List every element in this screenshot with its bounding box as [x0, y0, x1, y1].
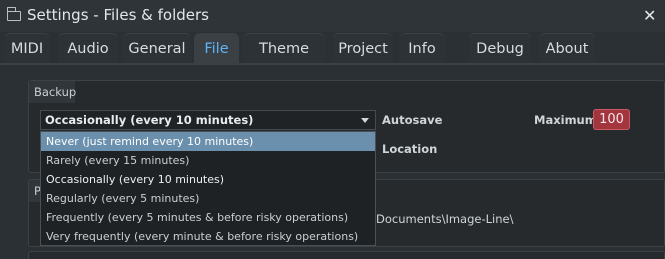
- tab-debug[interactable]: Debug: [469, 33, 531, 63]
- tab-midi[interactable]: MIDI: [4, 33, 50, 63]
- close-icon[interactable]: ✕: [643, 7, 656, 25]
- option-never[interactable]: Never (just remind every 10 minutes): [41, 132, 375, 151]
- backup-frequency-dropdown: Never (just remind every 10 minutes) Rar…: [40, 131, 376, 246]
- backup-section-label: Backup: [29, 81, 76, 103]
- option-rarely[interactable]: Rarely (every 15 minutes): [41, 151, 375, 170]
- tab-general[interactable]: General: [123, 33, 191, 63]
- tab-about[interactable]: About: [539, 33, 595, 63]
- option-frequently[interactable]: Frequently (every 5 minutes & before ris…: [41, 208, 375, 227]
- tab-audio[interactable]: Audio: [58, 33, 118, 63]
- option-regularly[interactable]: Regularly (every 5 minutes): [41, 189, 375, 208]
- third-panel: [28, 251, 665, 259]
- folder-path: Documents\Image-Line\: [376, 212, 514, 226]
- maximum-label: Maximum: [534, 113, 597, 127]
- folder-icon: [6, 7, 21, 21]
- option-occasionally[interactable]: Occasionally (every 10 minutes): [41, 170, 375, 189]
- window-title: Settings - Files & folders: [27, 6, 209, 24]
- tab-project[interactable]: Project: [333, 33, 393, 63]
- tab-theme[interactable]: Theme: [243, 33, 325, 63]
- tab-file[interactable]: File: [194, 33, 239, 63]
- autosave-label: Autosave: [382, 113, 443, 127]
- chevron-down-icon[interactable]: [361, 118, 369, 123]
- backup-frequency-select[interactable]: Occasionally (every 10 minutes): [40, 110, 376, 130]
- location-label: Location: [382, 142, 438, 156]
- option-very-frequently[interactable]: Very frequently (every minute & before r…: [41, 227, 375, 246]
- title-bar: Settings - Files & folders ✕: [0, 0, 665, 32]
- backup-frequency-value: Occasionally (every 10 minutes): [45, 113, 254, 127]
- maximum-backups-input[interactable]: 100: [593, 109, 630, 130]
- tab-info[interactable]: Info: [399, 33, 445, 63]
